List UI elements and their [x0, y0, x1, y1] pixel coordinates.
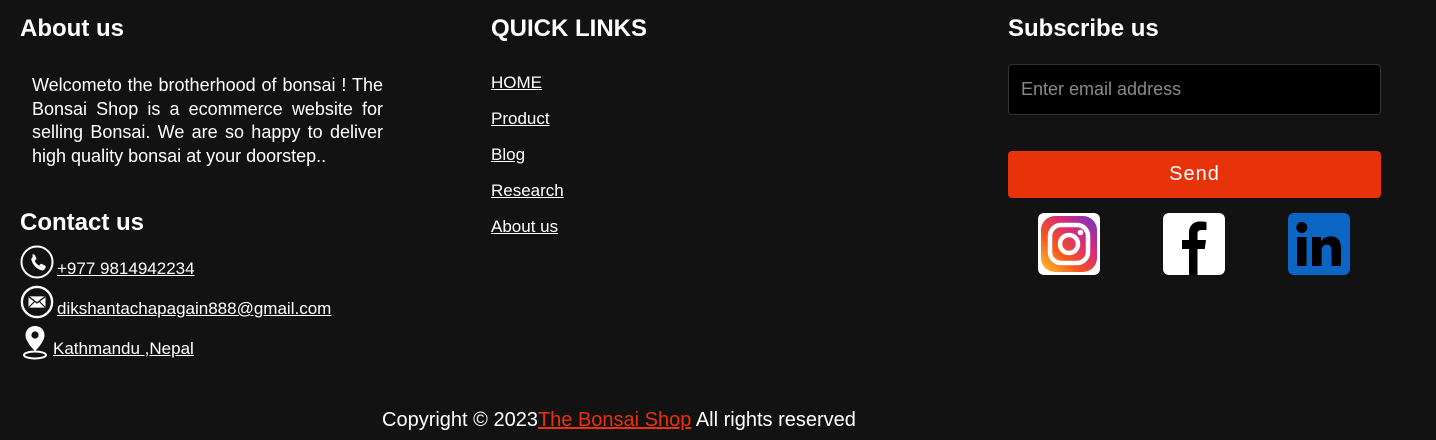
about-title: About us [20, 15, 124, 42]
quick-link-product[interactable]: Product [491, 109, 550, 128]
email-icon [20, 285, 54, 319]
contact-title: Contact us [20, 209, 145, 236]
social-links [1008, 213, 1382, 275]
phone-icon [20, 245, 54, 279]
quick-link-item: HOME [491, 68, 791, 104]
facebook-icon[interactable] [1163, 213, 1225, 275]
quick-link-home[interactable]: HOME [491, 73, 542, 92]
copyright-prefix: Copyright © 2023 [382, 409, 538, 431]
brand-link[interactable]: The Bonsai Shop [538, 409, 691, 431]
quick-links-title: QUICK LINKS [491, 15, 647, 42]
about-text: Welcometo the brotherhood of bonsai ! Th… [32, 75, 383, 166]
send-button[interactable]: Send [1008, 151, 1381, 198]
contact-email-row: dikshantachapagain888@gmail.com [20, 283, 400, 319]
quick-link-blog[interactable]: Blog [491, 145, 525, 164]
copyright: Copyright © 2023The Bonsai Shop All righ… [382, 409, 856, 432]
instagram-icon[interactable] [1038, 213, 1100, 275]
contact-phone-row: +977 9814942234 [20, 243, 400, 279]
quick-links-section: QUICK LINKS HOME Product Blog Research A… [491, 15, 791, 248]
quick-link-research[interactable]: Research [491, 181, 564, 200]
quick-link-item: Research [491, 176, 791, 212]
copyright-suffix: All rights reserved [691, 409, 856, 431]
quick-links-list: HOME Product Blog Research About us [491, 68, 791, 248]
linkedin-icon[interactable] [1288, 213, 1350, 275]
contact-phone-link[interactable]: +977 9814942234 [57, 259, 195, 279]
contact-location-row: Kathmandu ,Nepal [20, 323, 400, 360]
about-section: About us Welcometo the brotherhood of bo… [20, 15, 400, 360]
contact-email-link[interactable]: dikshantachapagain888@gmail.com [57, 299, 331, 319]
subscribe-email-input[interactable] [1008, 64, 1381, 115]
subscribe-title: Subscribe us [1008, 15, 1159, 42]
quick-link-item: Blog [491, 140, 791, 176]
location-pin-icon [20, 325, 50, 360]
quick-link-item: About us [491, 212, 791, 248]
quick-link-item: Product [491, 104, 791, 140]
subscribe-section: Subscribe us Send [1008, 15, 1382, 275]
contact-location-link[interactable]: Kathmandu ,Nepal [53, 339, 194, 359]
quick-link-about-us[interactable]: About us [491, 217, 558, 236]
